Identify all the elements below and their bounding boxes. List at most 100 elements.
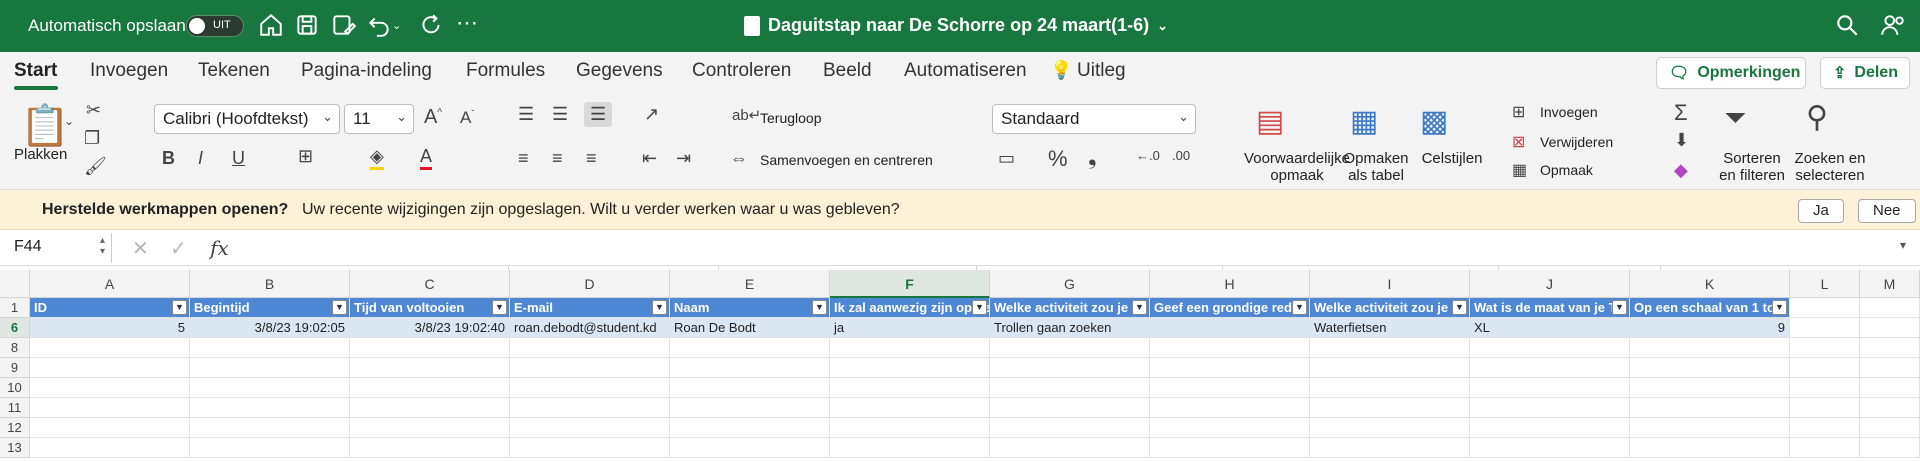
function-icon[interactable]: fx <box>210 236 229 260</box>
redo-icon[interactable] <box>418 12 444 38</box>
table-cell[interactable]: roan.debodt@student.kd <box>510 318 670 338</box>
tab-invoegen[interactable]: Invoegen <box>90 60 168 82</box>
font-color-icon[interactable]: A <box>420 146 433 170</box>
table-cell[interactable] <box>1150 358 1310 378</box>
filter-dropdown-icon[interactable]: ▼ <box>1452 300 1467 315</box>
table-cell[interactable] <box>1630 358 1790 378</box>
table-cell[interactable] <box>1630 398 1790 418</box>
select-all-corner[interactable] <box>0 270 30 298</box>
table-cell[interactable] <box>30 418 190 438</box>
format-painter-icon[interactable]: 🖌 <box>84 156 107 177</box>
filter-dropdown-icon[interactable]: ▼ <box>812 300 827 315</box>
decrease-decimal-icon[interactable]: .00 <box>1172 148 1190 163</box>
font-name-select[interactable]: Calibri (Hoofdtekst) ⌄ <box>154 104 340 134</box>
table-cell[interactable] <box>830 398 990 418</box>
cell-styles-label[interactable]: Celstijlen <box>1414 150 1490 167</box>
comments-button[interactable]: 🗨 Opmerkingen <box>1656 57 1806 89</box>
tab-pagina-indeling[interactable]: Pagina-indeling <box>301 60 432 82</box>
table-cell[interactable] <box>670 398 830 418</box>
delete-cells-icon[interactable]: ⊠ <box>1512 132 1525 152</box>
merge-center-icon[interactable]: ⇔ <box>730 148 748 169</box>
table-cell[interactable] <box>350 398 510 418</box>
sort-filter-icon[interactable]: ⏷ <box>1724 102 1746 135</box>
table-cell[interactable] <box>1630 438 1790 458</box>
increase-indent-icon[interactable]: ⇥ <box>676 148 691 169</box>
column-header-l[interactable]: L <box>1790 270 1860 298</box>
row-header-1[interactable]: 1 <box>0 298 30 318</box>
decrease-font-icon[interactable]: Aˇ <box>460 108 474 128</box>
table-cell[interactable] <box>510 358 670 378</box>
table-cell[interactable] <box>830 418 990 438</box>
column-header-i[interactable]: I <box>1310 270 1470 298</box>
comma-style-icon[interactable]: ❟ <box>1088 144 1097 170</box>
filter-dropdown-icon[interactable]: ▼ <box>1772 300 1787 315</box>
cell-styles-icon[interactable]: ▩ <box>1420 104 1448 139</box>
table-cell[interactable] <box>1150 438 1310 458</box>
row-header-8[interactable]: 8 <box>0 338 30 358</box>
table-cell[interactable] <box>1470 378 1630 398</box>
table-cell[interactable] <box>1860 298 1920 318</box>
tab-beeld[interactable]: Beeld <box>823 60 872 82</box>
table-cell[interactable] <box>1790 378 1860 398</box>
table-cell[interactable]: 3/8/23 19:02:05 <box>190 318 350 338</box>
table-cell[interactable] <box>1790 338 1860 358</box>
table-cell[interactable] <box>1310 338 1470 358</box>
table-cell[interactable] <box>830 438 990 458</box>
table-cell[interactable] <box>350 338 510 358</box>
table-cell[interactable] <box>30 438 190 458</box>
tab-formules[interactable]: Formules <box>466 60 545 82</box>
column-header-b[interactable]: B <box>190 270 350 298</box>
table-header-cell[interactable]: E-mail ▼ <box>510 298 670 318</box>
document-title-area[interactable]: Daguitstap naar De Schorre op 24 maart(1… <box>744 15 1168 36</box>
table-cell[interactable] <box>990 378 1150 398</box>
table-cell[interactable] <box>350 378 510 398</box>
table-cell[interactable] <box>1310 398 1470 418</box>
table-cell[interactable] <box>1790 318 1860 338</box>
table-cell[interactable] <box>670 338 830 358</box>
table-cell[interactable] <box>1150 338 1310 358</box>
table-cell[interactable] <box>670 438 830 458</box>
enter-icon[interactable]: ✓ <box>170 236 187 261</box>
row-header-12[interactable]: 12 <box>0 418 30 438</box>
table-cell[interactable]: Trollen gaan zoeken <box>990 318 1150 338</box>
table-cell[interactable] <box>190 418 350 438</box>
format-as-table-label[interactable]: Opmaken als tabel <box>1336 150 1416 184</box>
table-cell[interactable] <box>670 378 830 398</box>
table-header-cell[interactable]: Naam ▼ <box>670 298 830 318</box>
table-cell[interactable] <box>830 338 990 358</box>
increase-decimal-icon[interactable]: ←.0 <box>1136 148 1160 163</box>
table-cell[interactable] <box>1860 378 1920 398</box>
cancel-icon[interactable]: ✕ <box>132 236 149 261</box>
table-cell[interactable] <box>1310 358 1470 378</box>
filter-dropdown-icon[interactable]: ▼ <box>332 300 347 315</box>
table-cell[interactable] <box>1630 418 1790 438</box>
table-cell[interactable] <box>1310 418 1470 438</box>
column-header-j[interactable]: J <box>1470 270 1630 298</box>
table-cell[interactable] <box>990 358 1150 378</box>
save-as-icon[interactable] <box>330 12 357 38</box>
paste-icon[interactable]: 📋 <box>20 102 70 149</box>
table-cell[interactable] <box>990 418 1150 438</box>
clear-icon[interactable]: ◆ <box>1674 160 1688 181</box>
delete-cells-label[interactable]: Verwijderen <box>1540 134 1613 150</box>
column-header-d[interactable]: D <box>510 270 670 298</box>
filter-dropdown-icon[interactable]: ▼ <box>972 300 987 315</box>
accounting-format-icon[interactable]: ▭ <box>998 148 1015 169</box>
table-header-cell[interactable]: Welke activiteit zou je ▼ <box>1310 298 1470 318</box>
column-header-g[interactable]: G <box>990 270 1150 298</box>
conditional-formatting-icon[interactable]: ▤ <box>1256 104 1284 139</box>
table-cell[interactable] <box>1860 318 1920 338</box>
wrap-text-icon[interactable]: ab↵ <box>732 106 761 124</box>
table-cell[interactable]: Roan De Bodt <box>670 318 830 338</box>
expand-formula-icon[interactable]: ▾ <box>1900 238 1906 252</box>
table-cell[interactable]: Waterfietsen <box>1310 318 1470 338</box>
tab-tekenen[interactable]: Tekenen <box>198 60 270 82</box>
table-cell[interactable] <box>350 418 510 438</box>
row-header-10[interactable]: 10 <box>0 378 30 398</box>
tab-uitleg[interactable]: Uitleg <box>1077 60 1126 82</box>
table-cell[interactable] <box>990 338 1150 358</box>
table-cell[interactable] <box>1790 358 1860 378</box>
table-cell[interactable] <box>1860 418 1920 438</box>
table-cell[interactable] <box>1860 398 1920 418</box>
filter-dropdown-icon[interactable]: ▼ <box>172 300 187 315</box>
